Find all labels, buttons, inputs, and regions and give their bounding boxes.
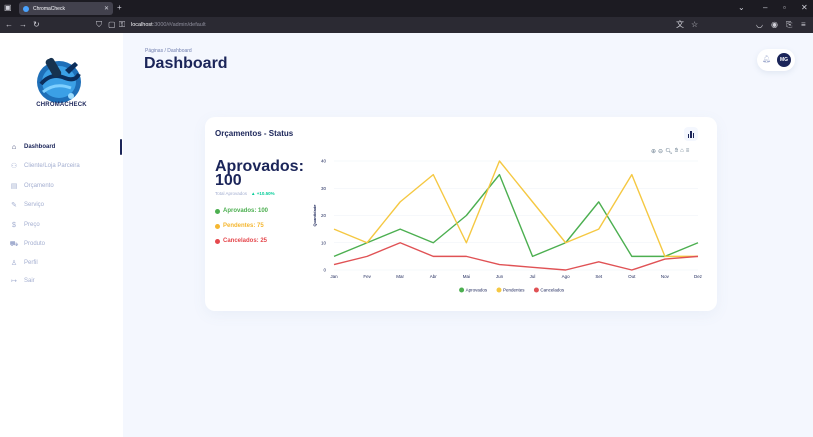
x-tick-label: Dez: [694, 274, 703, 279]
window-menu-icon[interactable]: ▣: [4, 2, 12, 14]
x-tick-label: Jul: [530, 274, 536, 279]
x-tick-label: Mai: [463, 274, 470, 279]
sidebar-item-perfil[interactable]: ♙ Perfil: [0, 257, 123, 269]
x-tick-label: Set: [595, 274, 603, 279]
user-menu: 🔔︎ MG: [757, 49, 795, 71]
tab-title: ChromaCheck: [33, 5, 65, 12]
legend-label[interactable]: Cancelados: [540, 288, 565, 293]
x-tick-label: Out: [628, 274, 636, 279]
sidebar-item-label: Orçamento: [24, 183, 54, 189]
avatar[interactable]: MG: [777, 53, 791, 67]
maximize-icon[interactable]: ▫: [783, 2, 786, 14]
legend-marker: [533, 287, 539, 293]
shield-icon[interactable]: ⛉: [96, 19, 102, 31]
browser-tab-bar: ▣ ChromaCheck ✕ + ⌄ – ▫ ✕: [0, 0, 813, 17]
x-tick-label: Jan: [330, 274, 338, 279]
active-indicator: [120, 139, 122, 155]
key-icon: ⚿: [119, 20, 126, 29]
x-tick-label: Fev: [363, 274, 371, 279]
sidebar-item-label: Cliente/Loja Parceira: [24, 163, 80, 169]
y-tick-label: 40: [321, 159, 327, 164]
breadcrumb[interactable]: Páginas / Dashboard: [145, 48, 192, 54]
page-icon: ▢: [108, 20, 116, 29]
x-tick-label: Mar: [396, 274, 404, 279]
menu-icon[interactable]: ≡: [801, 19, 806, 31]
legend-label[interactable]: Aprovados: [466, 288, 488, 293]
back-icon[interactable]: ←: [5, 19, 13, 31]
browser-tab[interactable]: ChromaCheck ✕: [19, 2, 113, 15]
document-icon: ▤: [10, 183, 18, 190]
dollar-icon: $: [12, 221, 16, 229]
sidebar-item-produto[interactable]: ⛟ Produto: [0, 238, 123, 250]
sidebar-item-servico[interactable]: ✎ Serviço: [0, 199, 123, 211]
y-axis-title: Quantidade: [312, 204, 317, 227]
sidebar-item-label: Produto: [24, 241, 46, 247]
y-tick-label: 20: [321, 213, 327, 218]
close-tab-icon[interactable]: ✕: [104, 5, 109, 12]
close-window-icon[interactable]: ✕: [801, 2, 808, 14]
x-tick-label: Nov: [661, 274, 670, 279]
legend-marker: [459, 287, 465, 293]
sidebar-item-label: Dashboard: [24, 144, 56, 150]
bookmark-star-icon[interactable]: ☆: [691, 19, 698, 31]
address-bar[interactable]: localhost:3000/#/admin/default: [131, 20, 206, 30]
legend-marker: [496, 287, 502, 293]
new-tab-icon[interactable]: +: [117, 2, 122, 14]
page-title: Dashboard: [144, 55, 228, 72]
sidebar-item-orcamento[interactable]: ▤ Orçamento: [0, 180, 123, 192]
reload-icon[interactable]: ↻: [33, 19, 40, 31]
person-icon: ♙: [10, 260, 18, 267]
cart-icon: ⛟: [9, 240, 19, 248]
sidebar: CHROMACHECK ⌂ Dashboard ⚇ Cliente/Loja P…: [0, 33, 123, 437]
sidebar-item-dashboard[interactable]: ⌂ Dashboard: [0, 139, 123, 155]
x-tick-label: Jun: [496, 274, 504, 279]
y-tick-label: 30: [321, 186, 327, 191]
favicon-icon: [23, 5, 29, 12]
sidebar-item-sair[interactable]: ↦ Sair: [0, 275, 123, 287]
line-chart: 0 10 20 30 40 Quantidade Jan Fev Mar Abr Mai Jun Jul…: [312, 159, 703, 293]
x-tick-label: Abr: [430, 274, 438, 279]
home-icon: ⌂: [11, 143, 17, 151]
forward-icon[interactable]: →: [19, 19, 27, 31]
wrench-icon: ✎: [11, 202, 17, 209]
url-path: :3000/#/admin/default: [152, 22, 206, 28]
pocket-icon[interactable]: ◡: [756, 19, 763, 31]
sidebar-item-label: Preço: [24, 222, 40, 228]
y-tick-label: 0: [323, 268, 326, 273]
logout-icon: ↦: [11, 278, 17, 285]
tab-list-icon[interactable]: ⌄: [738, 2, 745, 14]
brand-name: CHROMACHECK: [36, 102, 87, 108]
sidebar-item-label: Perfil: [24, 260, 38, 266]
translate-icon[interactable]: ⽂: [676, 19, 684, 31]
chromacheck-logo: [37, 57, 81, 103]
users-icon: ⚇: [10, 163, 18, 170]
url-host: localhost: [131, 22, 153, 28]
minimize-icon[interactable]: –: [763, 2, 767, 14]
sidebar-item-label: Serviço: [24, 202, 45, 208]
x-tick-label: Ago: [562, 274, 571, 279]
bell-icon[interactable]: 🔔︎: [762, 55, 771, 63]
extensions-icon[interactable]: ⎘: [786, 19, 792, 31]
series-line-pendentes: [333, 160, 698, 258]
browser-nav-bar: ← → ↻ ⛉ ▢ ⚿ localhost:3000/#/admin/defau…: [0, 17, 813, 33]
sidebar-item-preco[interactable]: $ Preço: [0, 219, 123, 231]
legend-label[interactable]: Pendentes: [503, 288, 525, 293]
sidebar-item-label: Sair: [24, 278, 35, 284]
account-icon[interactable]: ◉: [771, 19, 778, 31]
y-tick-label: 10: [321, 240, 327, 245]
status-card: Orçamentos - Status ⊕ ⊖ 🔍︎ ✋︎ ⌂ ≡ Aprova…: [205, 117, 717, 311]
sidebar-item-cliente[interactable]: ⚇ Cliente/Loja Parceira: [0, 160, 123, 172]
